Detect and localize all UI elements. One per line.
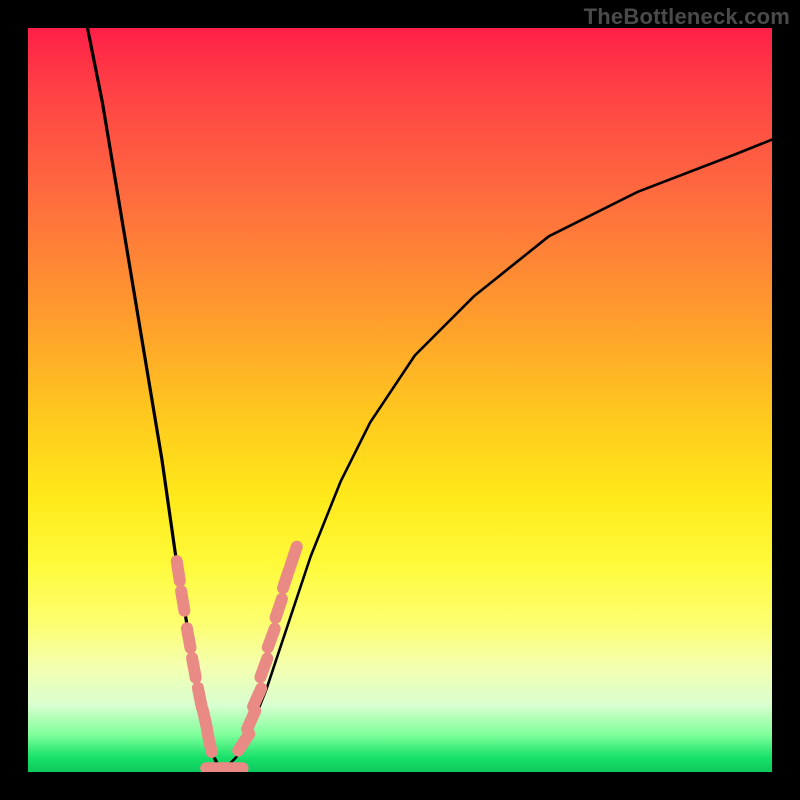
marker-14 [268, 629, 275, 648]
marker-0 [177, 561, 180, 581]
marker-16 [283, 569, 289, 588]
marker-2 [187, 628, 191, 648]
marker-10 [238, 734, 249, 751]
marker-6 [207, 732, 211, 752]
marker-17 [290, 547, 296, 566]
curve-right-branch [221, 140, 772, 772]
bottleneck-curve [28, 28, 772, 772]
marker-3 [192, 658, 196, 678]
marker-11 [247, 711, 255, 729]
marker-1 [181, 591, 184, 611]
marker-12 [253, 688, 261, 706]
watermark-text: TheBottleneck.com [584, 4, 790, 30]
marker-13 [260, 658, 267, 677]
marker-15 [276, 599, 282, 618]
curve-left-branch [88, 28, 222, 772]
